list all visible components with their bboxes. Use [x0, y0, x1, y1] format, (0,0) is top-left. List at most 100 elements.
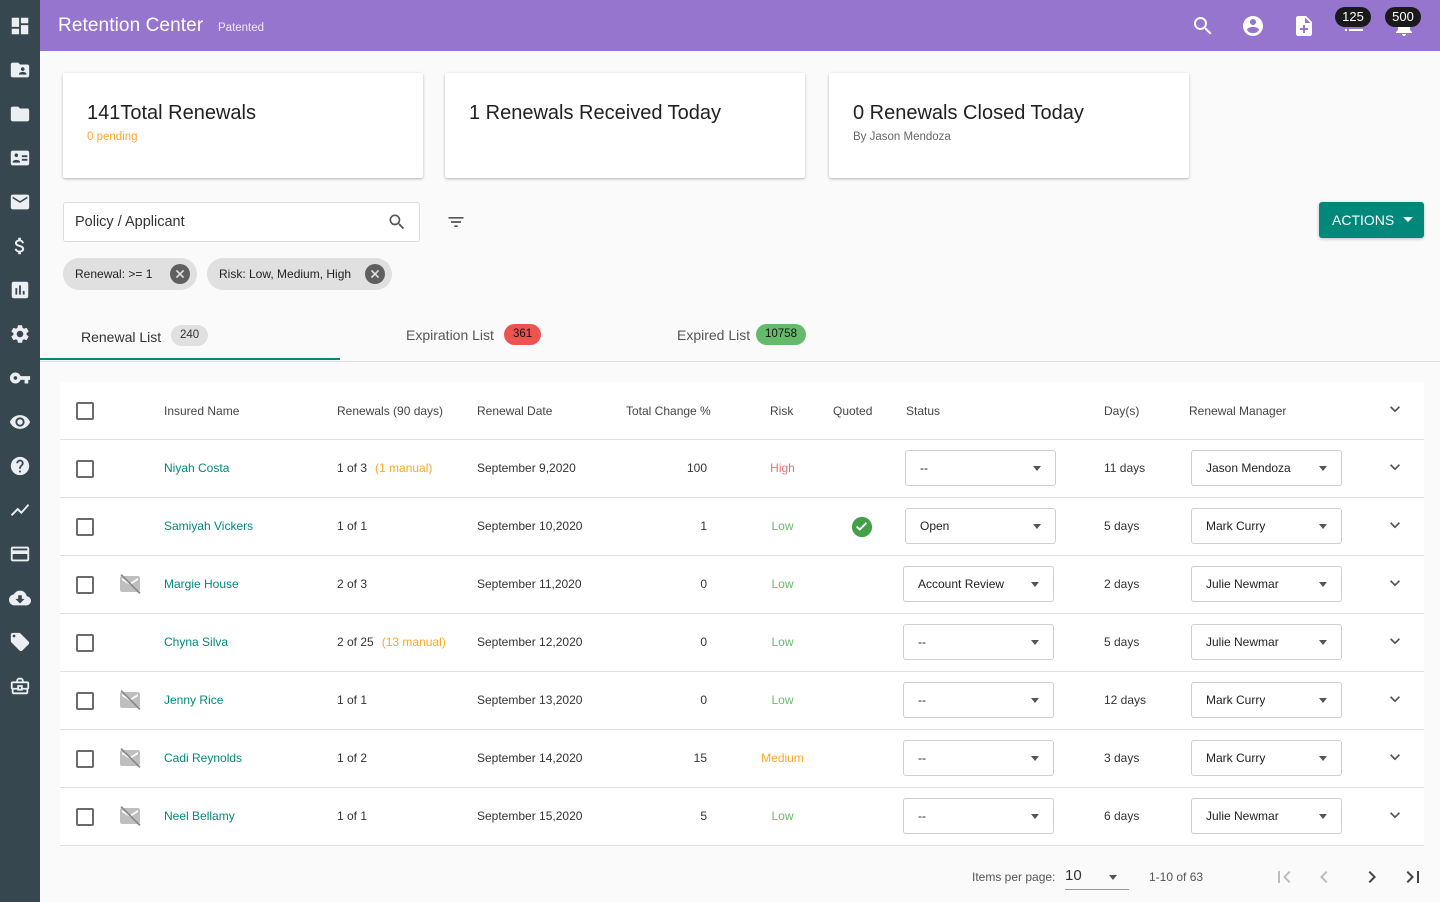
row-checkbox[interactable] [76, 518, 94, 536]
renewals-value: 1 of 2 [337, 751, 368, 765]
previous-page-icon[interactable] [1312, 865, 1336, 889]
chip-remove-icon[interactable] [170, 264, 190, 284]
filter-chip-renewal[interactable]: Renewal: >= 1 [63, 258, 197, 290]
table-row[interactable]: Margie House 2 of 3 September 11,2020 0 Low A… [60, 556, 1424, 614]
renewal-manager-select[interactable]: Julie Newmar [1191, 566, 1342, 602]
tab-expired-list[interactable]: Expired List 10758 [640, 318, 940, 360]
column-header-risk[interactable]: Risk [770, 404, 793, 418]
expand-row-icon[interactable] [1385, 631, 1405, 651]
dashboard-icon[interactable] [8, 14, 32, 38]
dropdown-arrow-icon [1031, 698, 1039, 703]
insured-name-link[interactable]: Niyah Costa [164, 461, 229, 475]
actions-button[interactable]: ACTIONS [1319, 202, 1424, 238]
row-checkbox[interactable] [76, 808, 94, 826]
insured-name-link[interactable]: Margie House [164, 577, 239, 591]
renewal-manager-select[interactable]: Mark Curry [1191, 508, 1342, 544]
settings-icon[interactable] [8, 322, 32, 346]
status-select[interactable]: -- [905, 450, 1056, 486]
account-circle-icon[interactable] [1240, 13, 1266, 39]
trending-icon[interactable] [8, 498, 32, 522]
renewal-manager-select[interactable]: Mark Curry [1191, 682, 1342, 718]
search-icon[interactable] [387, 212, 407, 232]
renewal-date: September 9,2020 [477, 461, 576, 475]
renewal-manager-select[interactable]: Mark Curry [1191, 740, 1342, 776]
row-checkbox[interactable] [76, 692, 94, 710]
tags-icon[interactable] [8, 630, 32, 654]
expand-row-icon[interactable] [1385, 747, 1405, 767]
eye-icon[interactable] [8, 410, 32, 434]
status-select[interactable]: -- [903, 624, 1054, 660]
bar-chart-icon[interactable] [8, 278, 32, 302]
help-icon[interactable] [8, 454, 32, 478]
table-row[interactable]: Jenny Rice 1 of 1 September 13,2020 0 Low -- 1… [60, 672, 1424, 730]
renewal-manager-select[interactable]: Julie Newmar [1191, 798, 1342, 834]
table-row[interactable]: Cadi Reynolds 1 of 2 September 14,2020 15 Me… [60, 730, 1424, 788]
table-row[interactable]: Neel Bellamy 1 of 1 September 15,2020 5 Low -… [60, 788, 1424, 846]
filter-list-icon[interactable] [446, 212, 466, 232]
manager-value: Mark Curry [1206, 751, 1266, 765]
chip-remove-icon[interactable] [365, 264, 385, 284]
key-icon[interactable] [8, 366, 32, 390]
folder-icon[interactable] [8, 102, 32, 126]
table-row[interactable]: Chyna Silva 2 of 25 (13 manual) September 1… [60, 614, 1424, 672]
contact-card-icon[interactable] [8, 146, 32, 170]
row-checkbox[interactable] [76, 460, 94, 478]
filter-chip-risk[interactable]: Risk: Low, Medium, High [207, 258, 392, 290]
note-add-icon[interactable] [1291, 13, 1317, 39]
total-change: 0 [700, 693, 707, 707]
dollar-icon[interactable] [8, 234, 32, 258]
expand-row-icon[interactable] [1385, 689, 1405, 709]
column-header-quoted[interactable]: Quoted [833, 404, 872, 418]
dropdown-arrow-icon [1109, 875, 1117, 880]
status-select[interactable]: -- [903, 798, 1054, 834]
insured-name-link[interactable]: Chyna Silva [164, 635, 228, 649]
first-page-icon[interactable] [1272, 865, 1296, 889]
column-header-total-change[interactable]: Total Change % [626, 404, 711, 418]
insured-name-link[interactable]: Neel Bellamy [164, 809, 235, 823]
search-input[interactable] [75, 203, 375, 241]
manager-value: Julie Newmar [1206, 635, 1279, 649]
renewal-manager-select[interactable]: Jason Mendoza [1191, 450, 1342, 486]
table-row[interactable]: Niyah Costa 1 of 3 (1 manual) September 9,2… [60, 440, 1424, 498]
expand-row-icon[interactable] [1385, 805, 1405, 825]
manual-count: (13 manual) [381, 635, 446, 649]
status-select[interactable]: Account Review [903, 566, 1054, 602]
status-value: -- [918, 635, 926, 649]
next-page-icon[interactable] [1360, 865, 1384, 889]
tab-expiration-list[interactable]: Expiration List 361 [340, 318, 640, 360]
select-all-checkbox[interactable] [76, 402, 94, 420]
expand-row-icon[interactable] [1385, 573, 1405, 593]
last-page-icon[interactable] [1401, 865, 1425, 889]
mail-icon[interactable] [8, 190, 32, 214]
credit-card-icon[interactable] [8, 542, 32, 566]
dropdown-arrow-icon [1031, 640, 1039, 645]
tab-renewal-list[interactable]: Renewal List 240 [40, 318, 340, 360]
column-header-renewals[interactable]: Renewals (90 days) [337, 404, 443, 418]
column-header-status[interactable]: Status [906, 404, 940, 418]
table-row[interactable]: Samiyah Vickers 1 of 1 September 10,2020 1 L… [60, 498, 1424, 556]
row-checkbox[interactable] [76, 634, 94, 652]
column-header-days[interactable]: Day(s) [1104, 404, 1139, 418]
column-header-renewal-manager[interactable]: Renewal Manager [1189, 404, 1286, 418]
status-select[interactable]: -- [903, 740, 1054, 776]
expand-row-icon[interactable] [1385, 457, 1405, 477]
briefcase-icon[interactable] [8, 674, 32, 698]
insured-name-link[interactable]: Samiyah Vickers [164, 519, 253, 533]
expand-all-icon[interactable] [1385, 399, 1405, 419]
insured-name-link[interactable]: Jenny Rice [164, 693, 223, 707]
column-header-insured-name[interactable]: Insured Name [164, 404, 239, 418]
account-folder-icon[interactable] [8, 58, 32, 82]
search-icon[interactable] [1190, 13, 1216, 39]
renewals-count: 2 of 3 [337, 577, 367, 591]
row-checkbox[interactable] [76, 750, 94, 768]
renewal-manager-select[interactable]: Julie Newmar [1191, 624, 1342, 660]
app-title: Retention Center [58, 15, 204, 36]
row-checkbox[interactable] [76, 576, 94, 594]
items-per-page-select[interactable]: 10 [1065, 864, 1129, 890]
column-header-renewal-date[interactable]: Renewal Date [477, 404, 552, 418]
cloud-download-icon[interactable] [8, 586, 32, 610]
status-select[interactable]: Open [905, 508, 1056, 544]
expand-row-icon[interactable] [1385, 515, 1405, 535]
insured-name-link[interactable]: Cadi Reynolds [164, 751, 242, 765]
status-select[interactable]: -- [903, 682, 1054, 718]
